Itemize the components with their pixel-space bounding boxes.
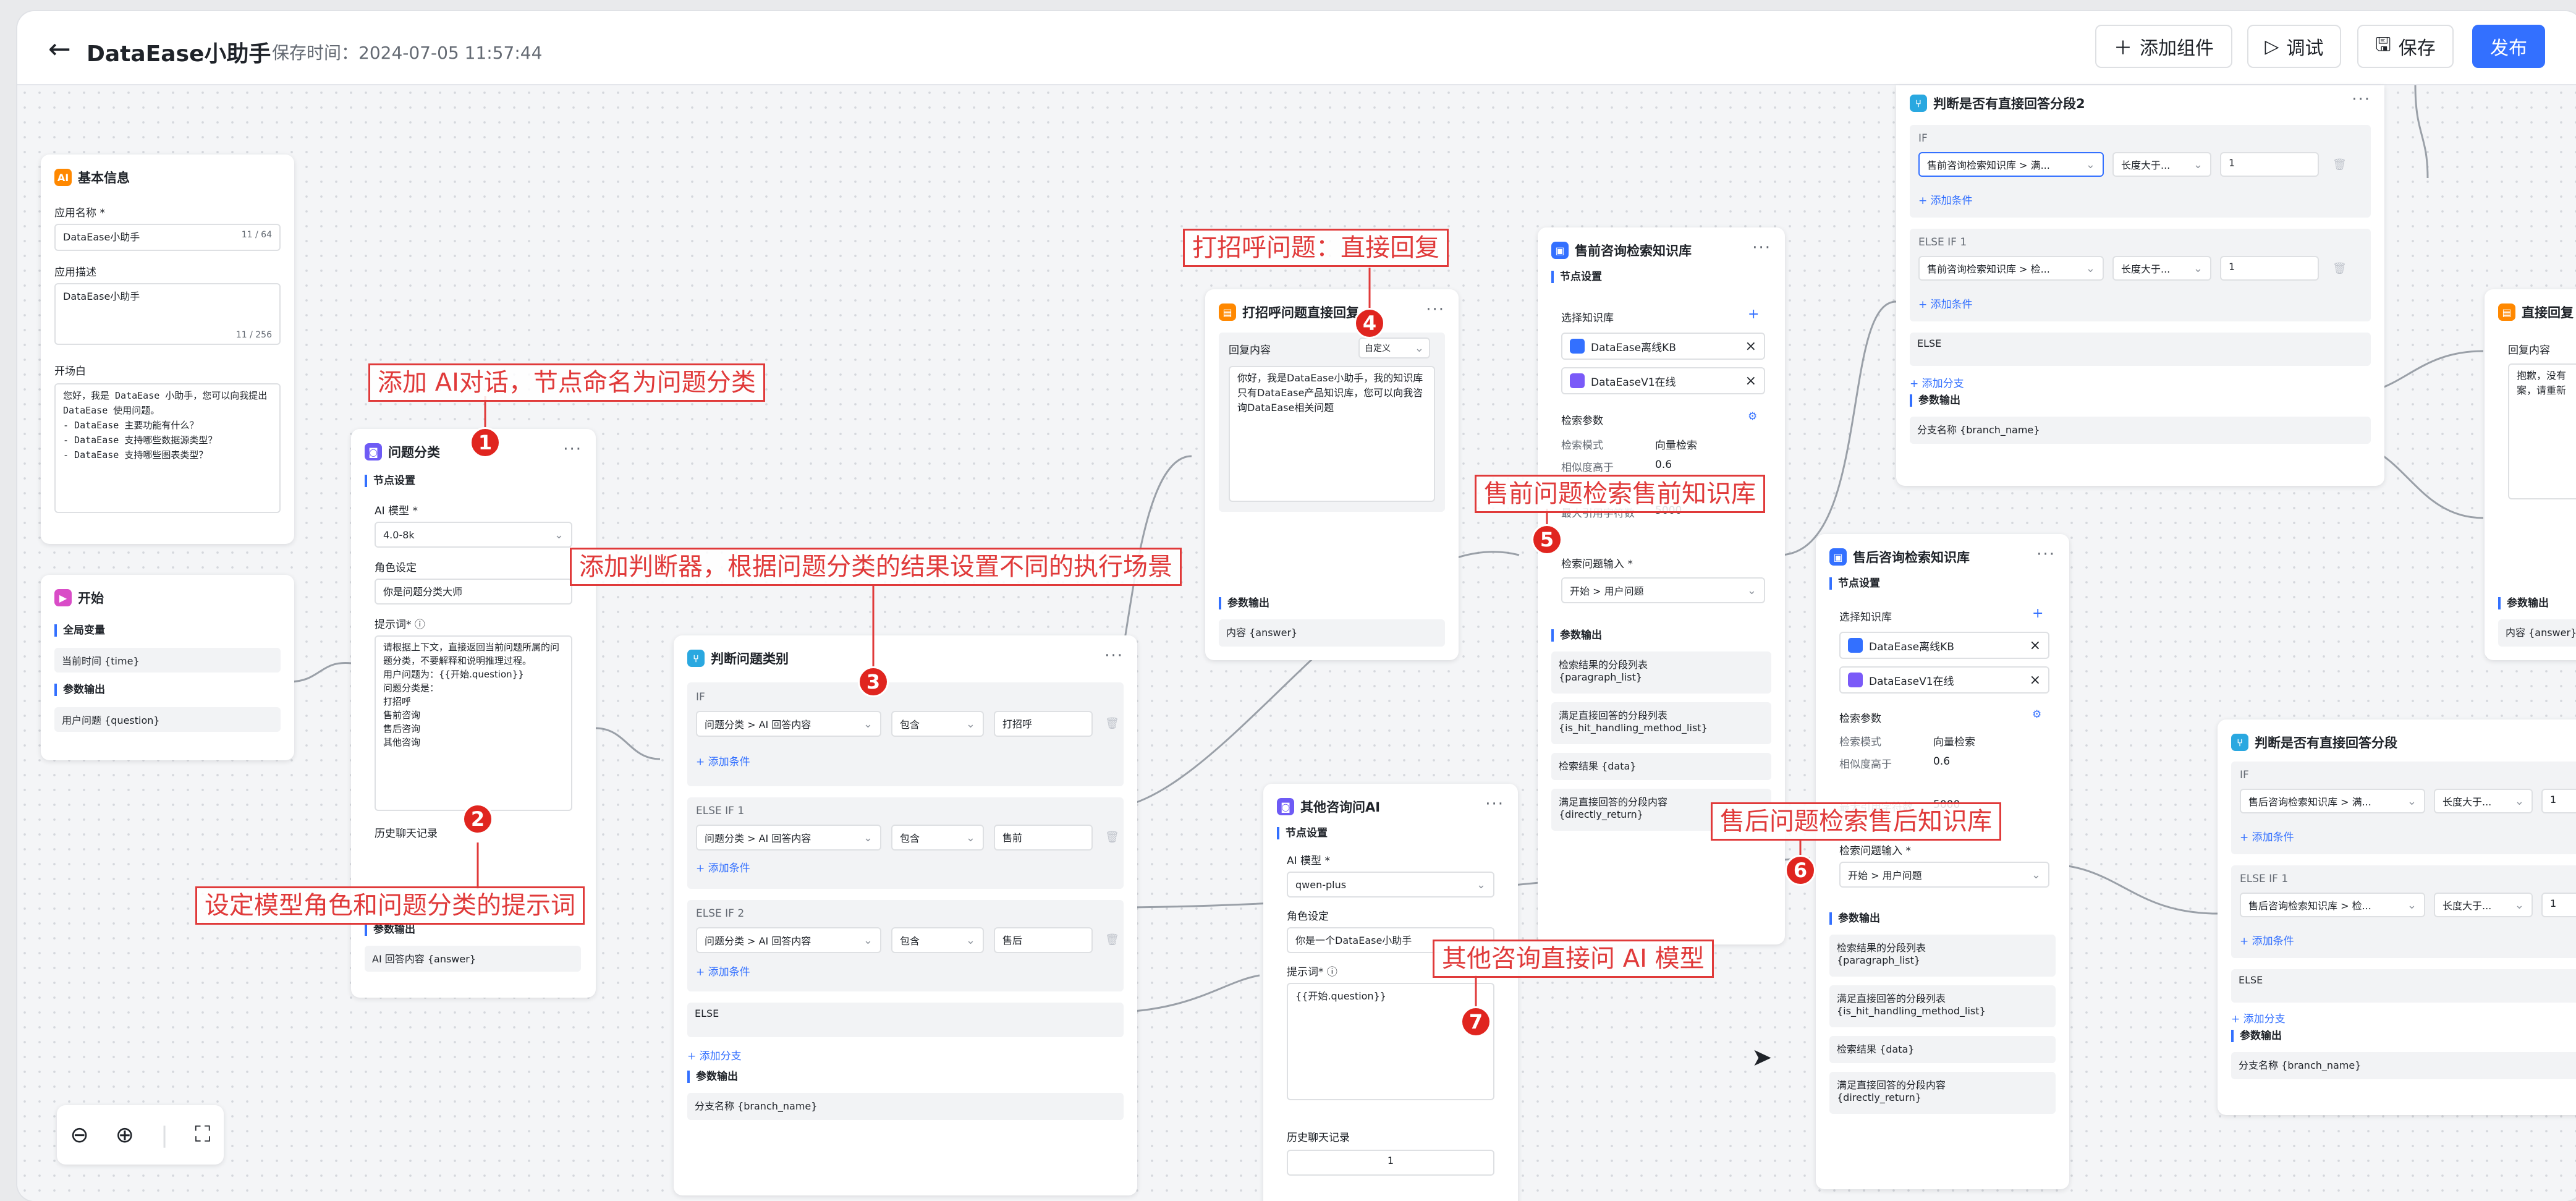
badge-5: 5: [1532, 524, 1562, 555]
annotation-1: 添加 AI对话，节点命名为问题分类: [368, 363, 765, 402]
debug-button[interactable]: ▷ 调试: [2247, 25, 2341, 68]
flow-canvas[interactable]: AI 基本信息 应用名称 * DataEase小助手 11 / 64 应用描述 Da…: [17, 85, 2576, 1201]
save-time: 保存时间：2024-07-05 11:57:44: [272, 43, 543, 63]
fit-view-icon[interactable]: ⛶: [195, 1122, 210, 1148]
badge-4: 4: [1354, 308, 1385, 339]
annotation-2: 设定模型角色和问题分类的提示词: [195, 886, 585, 925]
badge-3: 3: [858, 666, 889, 697]
top-bar: ← DataEase小助手 保存时间：2024-07-05 11:57:44 ＋…: [17, 11, 2576, 85]
badge-6: 6: [1785, 855, 1816, 886]
annotation-3: 添加判断器，根据问题分类的结果设置不同的执行场景: [570, 548, 1182, 586]
annotation-6: 售后问题检索售后知识库: [1711, 802, 2001, 841]
plus-icon: ＋: [2114, 38, 2132, 59]
play-icon: ▷: [2265, 35, 2279, 57]
annotation-4: 打招呼问题：直接回复: [1183, 229, 1449, 267]
workflow-editor: ← DataEase小助手 保存时间：2024-07-05 11:57:44 ＋…: [17, 11, 2576, 1201]
app-title: DataEase小助手: [87, 41, 271, 67]
zoom-toolbar: ⊖ ⊕ | ⛶: [57, 1105, 224, 1165]
badge-1: 1: [470, 427, 501, 458]
badge-2: 2: [462, 804, 493, 834]
save-button[interactable]: 🖫 保存: [2357, 25, 2454, 68]
arrow-left-icon[interactable]: ←: [48, 33, 71, 65]
annotation-5: 售前问题检索售前知识库: [1475, 475, 1765, 513]
mouse-cursor-icon: ➤: [1752, 1043, 1773, 1072]
publish-button[interactable]: 发布: [2472, 25, 2545, 68]
badge-7: 7: [1460, 1006, 1491, 1037]
annotation-7: 其他咨询直接问 AI 模型: [1433, 940, 1714, 978]
toolbar-divider: |: [161, 1122, 169, 1148]
zoom-in-icon[interactable]: ⊕: [116, 1122, 134, 1148]
zoom-out-icon[interactable]: ⊖: [70, 1122, 89, 1148]
save-icon: 🖫: [2375, 33, 2391, 56]
add-component-button[interactable]: ＋添加组件: [2095, 25, 2232, 68]
